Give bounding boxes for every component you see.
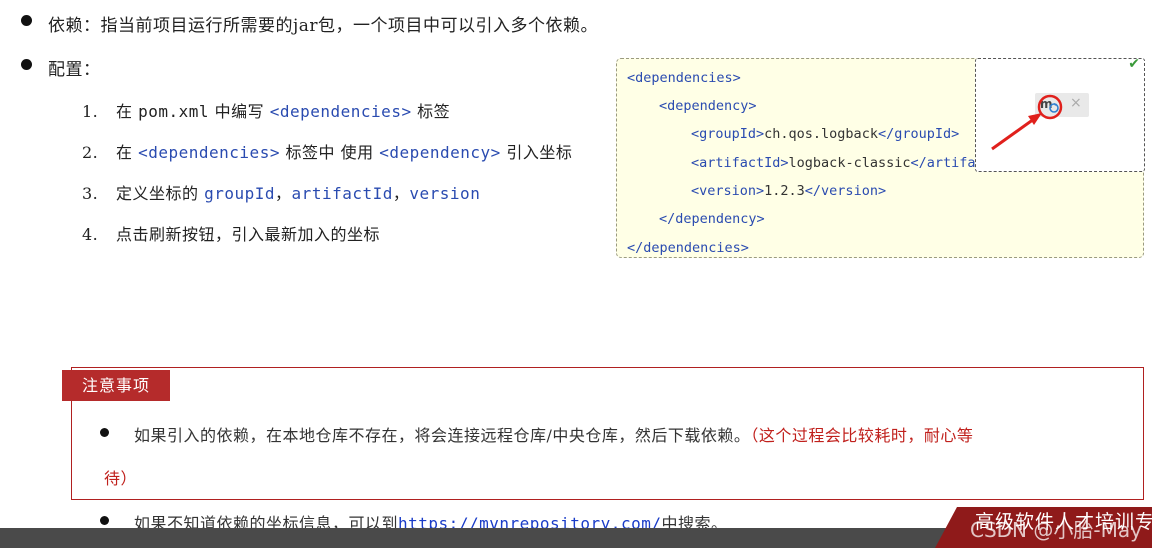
bullet-dot [100,428,109,437]
step-code: version [409,184,481,203]
note-item-text: 如果引入的依赖，在本地仓库不存在，将会连接远程仓库/中央仓库，然后下载依赖。 [134,426,751,445]
step-text: 标签 [411,102,451,121]
note-item-1: 如果引入的依赖，在本地仓库不存在，将会连接远程仓库/中央仓库，然后下载依赖。（这… [134,422,973,446]
step-1: 1. 在 pom.xml 中编写 <dependencies> 标签 [82,98,450,122]
step-4: 4. 点击刷新按钮，引入最新加入的坐标 [82,221,380,245]
step-number: 4. [82,225,99,244]
step-text: 定义坐标的 [116,184,205,203]
dependency-text: 指当前项目运行所需要的jar包，一个项目中可以引入多个依赖。 [100,16,599,36]
step-code: pom.xml [138,102,210,121]
step-text: 中编写 [209,102,270,121]
step-code: groupId [204,184,276,203]
step-tag: <dependencies> [138,143,280,162]
step-text: 点击刷新按钮，引入最新加入的坐标 [116,225,381,244]
step-text: 在 [116,102,139,121]
highlight-circle-arrow [991,94,1063,151]
dependency-label: 依赖： [48,16,101,36]
code-line: <artifactId>logback-classic</artifac [691,155,984,171]
bullet-dot [100,516,109,525]
bullet-dot [21,15,32,26]
step-number: 1. [82,102,99,121]
code-line: <groupId>ch.qos.logback</groupId> [691,126,960,142]
code-line: </dependencies> [627,240,749,256]
bullet-dot [21,59,32,70]
step-text: ， [275,184,292,203]
step-number: 2. [82,143,99,162]
step-tag: <dependencies> [269,102,412,121]
step-2: 2. 在 <dependencies> 标签中 使用 <dependency> 引… [82,139,572,163]
step-tag: <dependency> [379,143,501,162]
step-text: 引入坐标 [500,143,573,162]
step-code: artifactId [291,184,393,203]
step-text: 在 [116,143,139,162]
note-item-1-continued: 待） [104,469,138,488]
step-3: 3. 定义坐标的 groupId，artifactId，version [82,180,480,204]
code-line: <version>1.2.3</version> [691,183,887,199]
step-text: 标签中 使用 [279,143,380,162]
csdn-watermark: CSDN @小胎-May [970,518,1142,542]
note-title: 注意事项 [62,370,170,401]
note-item-emphasis: （这个过程会比较耗时，耐心等 [750,426,974,445]
dependency-definition: 依赖：指当前项目运行所需要的jar包，一个项目中可以引入多个依赖。 [48,11,598,36]
config-label: 配置： [48,60,101,80]
code-line: <dependencies> [627,70,741,86]
refresh-screenshot: ✔ m × [975,56,1145,172]
step-number: 3. [82,184,99,203]
step-text: ， [392,184,410,203]
code-line: </dependency> [659,211,765,227]
code-line: <dependency> [659,98,757,114]
